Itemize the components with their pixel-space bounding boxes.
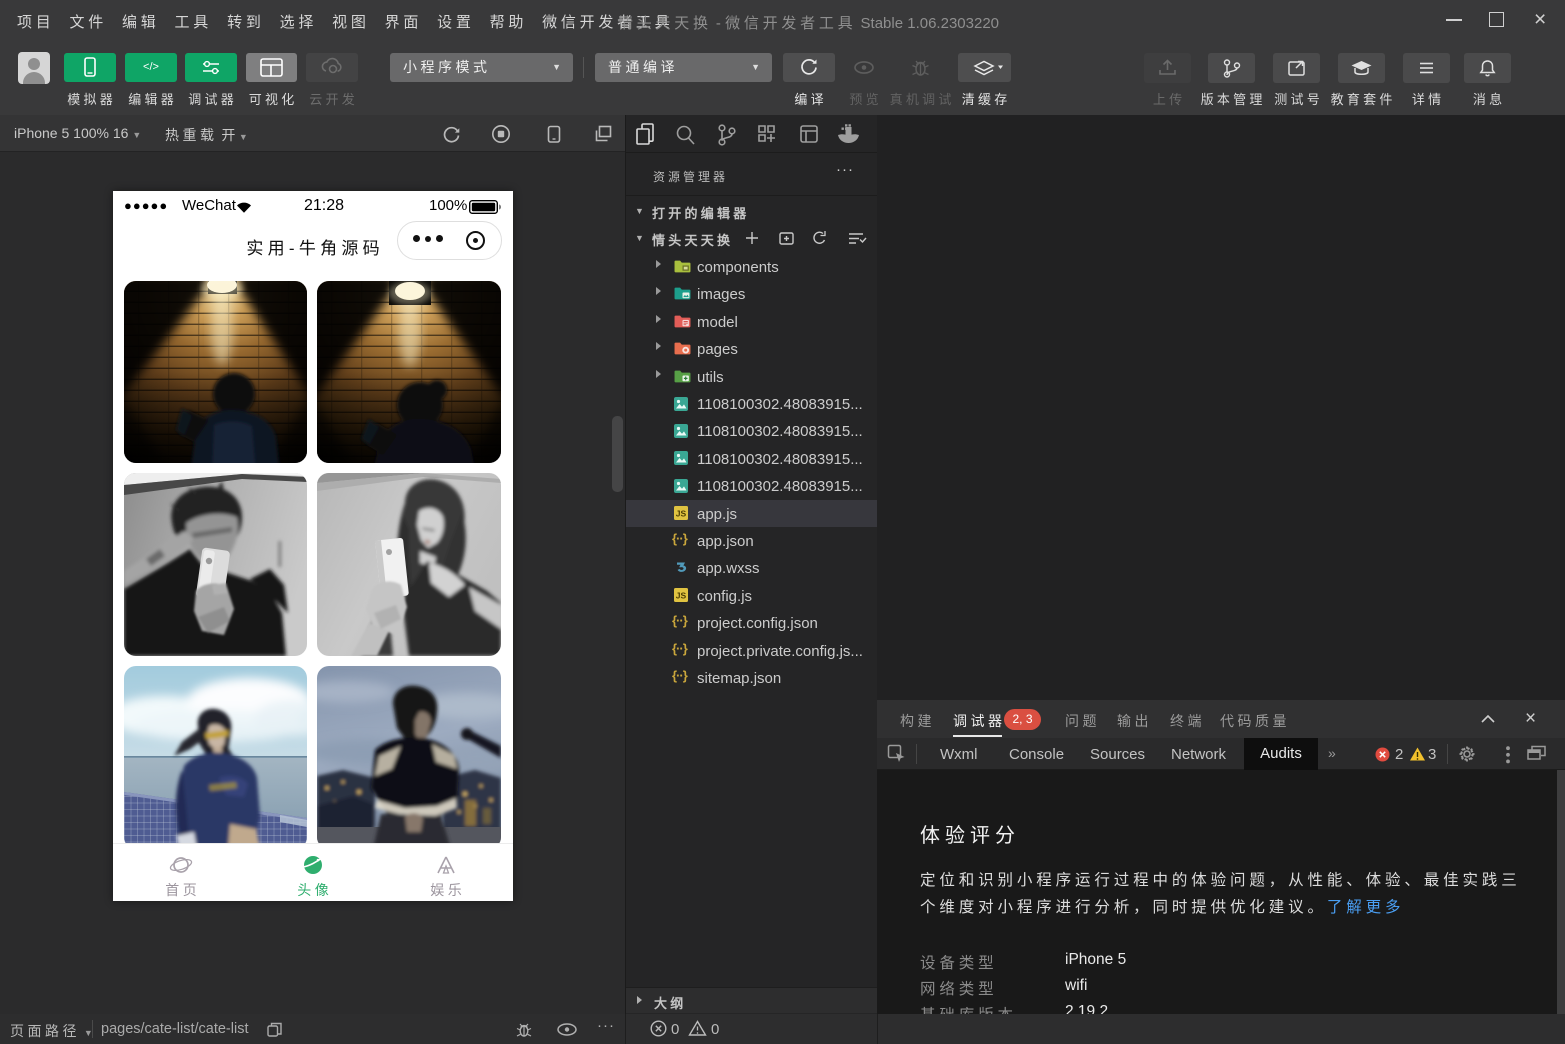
svg-text:JS: JS xyxy=(676,591,687,601)
svg-text:JS: JS xyxy=(676,509,687,519)
